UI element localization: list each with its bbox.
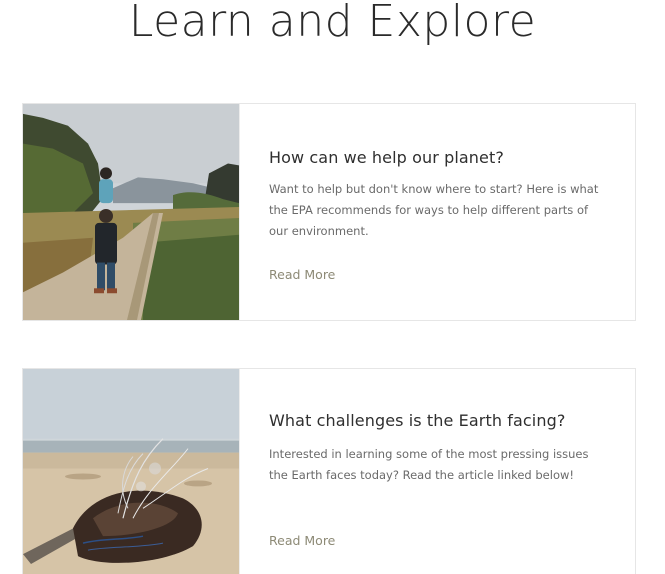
article-excerpt: Want to help but don't know where to sta… bbox=[269, 182, 599, 238]
boardwalk-photo bbox=[23, 104, 239, 320]
article-image[interactable] bbox=[23, 369, 240, 574]
article-title[interactable]: How can we help our planet? bbox=[269, 148, 504, 168]
read-more-link[interactable]: Read More bbox=[269, 533, 335, 548]
article-card[interactable]: How can we help our planet? Want to help… bbox=[22, 103, 636, 321]
article-title[interactable]: What challenges is the Earth facing? bbox=[269, 411, 565, 431]
article-card[interactable]: What challenges is the Earth facing? Int… bbox=[22, 368, 636, 574]
article-excerpt: Interested in learning some of the most … bbox=[269, 447, 589, 482]
article-image[interactable] bbox=[23, 104, 240, 320]
page-title: Learn and Explore bbox=[128, 0, 537, 47]
read-more-link[interactable]: Read More bbox=[269, 267, 335, 282]
beach-debris-photo bbox=[23, 369, 239, 574]
